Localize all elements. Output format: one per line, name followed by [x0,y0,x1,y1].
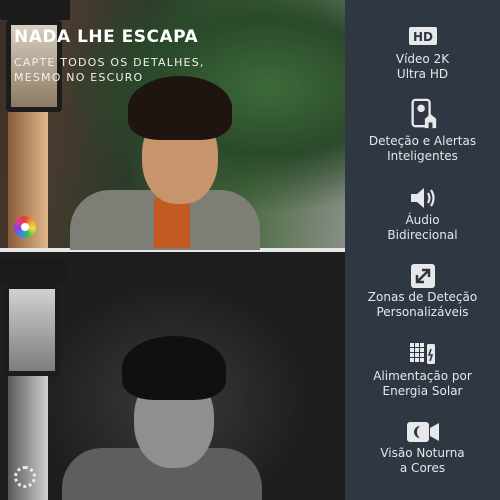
feature-line: a Cores [399,461,446,475]
feature-line: Deteção e Alertas [368,134,477,148]
night-mode-icon [14,466,36,488]
feature-label: Vídeo 2K Ultra HD [345,52,500,82]
speaker-icon [411,188,435,208]
feature-line: Visão Noturna [380,446,465,460]
hd-badge-text: HD [413,30,433,44]
boy-figure [70,70,270,250]
feature-line: Ultra HD [396,67,449,81]
feature-label: Deteção e Alertas Inteligentes [345,134,500,164]
night-camera-icon [407,422,439,442]
feature-line: Zonas de Deteção [367,290,478,304]
color-wheel-icon [14,216,36,238]
feature-line: Energia Solar [382,384,463,398]
feature-label: Alimentação por Energia Solar [345,369,500,399]
smart-alert-icon [411,98,437,129]
solar-panel-icon [410,343,435,364]
feature-line: Inteligentes [387,149,458,163]
subheadline: CAPTE TODOS OS DETALHES, MESMO NO ESCURO [14,56,205,84]
feature-label: Visão Noturna a Cores [345,446,500,476]
feature-line: Alimentação por [373,369,472,383]
feature-line: Áudio [405,213,440,227]
feature-label: Áudio Bidirecional [345,213,500,243]
feature-line: Bidirecional [387,228,458,242]
hd-icon: HD [409,27,437,45]
feature-label: Zonas de Deteção Personalizáveis [345,290,500,320]
headline: NADA LHE ESCAPA [14,27,199,47]
feature-line: Vídeo 2K [395,52,450,66]
boy-figure-night [62,330,262,500]
feature-line: Personalizáveis [376,305,469,319]
features-panel: HD Vídeo 2K Ultra HD Deteção e Alertas I… [345,0,500,500]
expand-arrow-icon [411,264,435,288]
